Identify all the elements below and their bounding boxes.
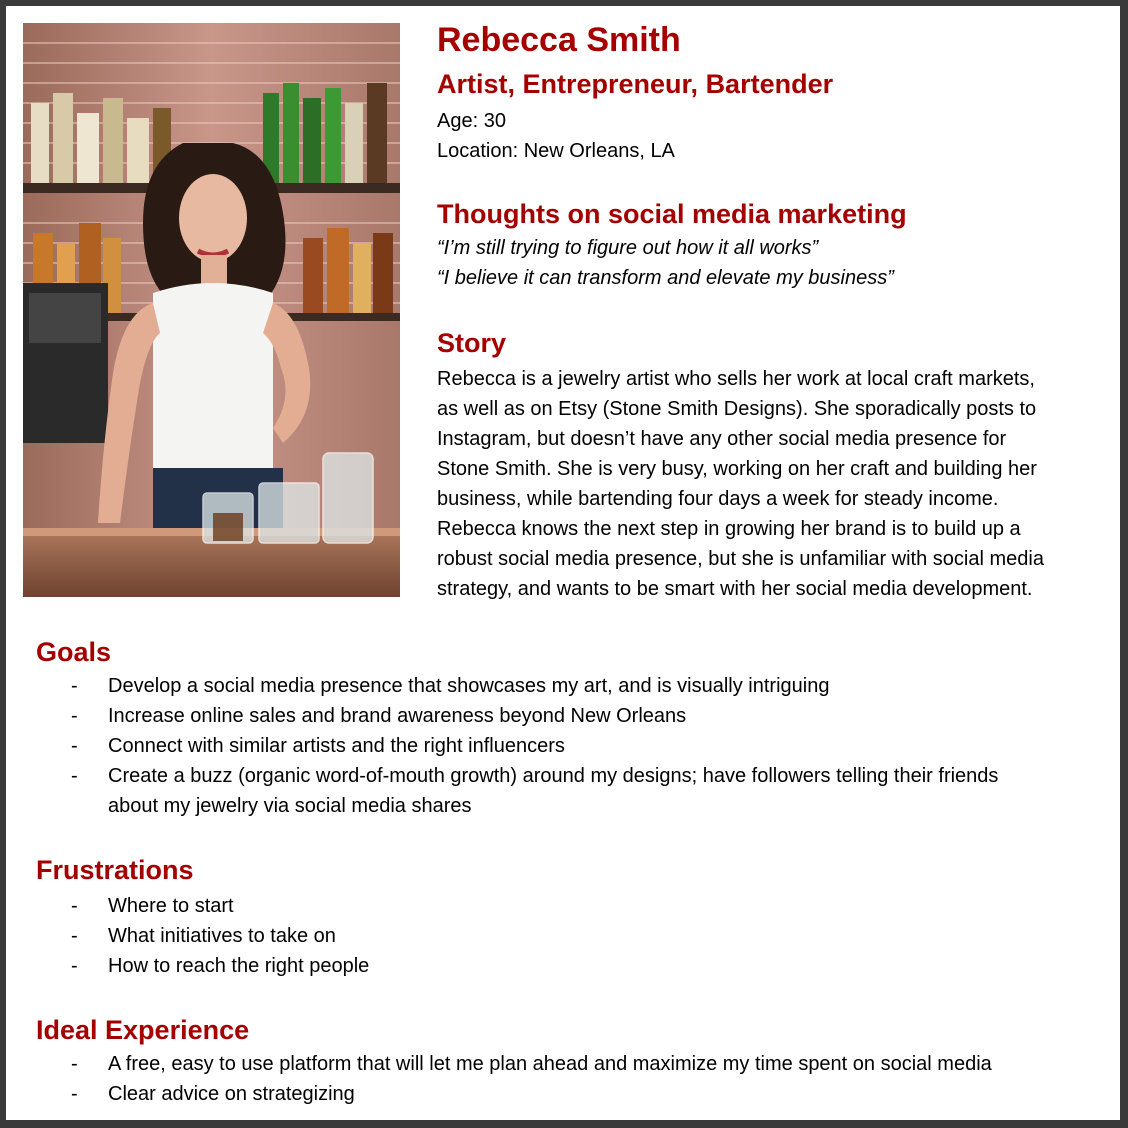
list-item-text: A free, easy to use platform that will l… bbox=[108, 1053, 992, 1075]
quote-line: “I believe it can transform and elevate … bbox=[437, 267, 894, 289]
thoughts-heading: Thoughts on social media marketing bbox=[437, 199, 907, 229]
quote-line: “I’m still trying to figure out how it a… bbox=[437, 237, 819, 259]
story-line: strategy, and wants to be smart with her… bbox=[437, 578, 1033, 600]
list-item-text: Where to start bbox=[108, 895, 234, 917]
story-line: robust social media presence, but she is… bbox=[437, 548, 1044, 570]
bullet-dash: - bbox=[71, 1083, 78, 1105]
list-item-text: Clear advice on strategizing bbox=[108, 1083, 355, 1105]
ideal-experience-heading: Ideal Experience bbox=[36, 1015, 250, 1045]
bullet-dash: - bbox=[71, 955, 78, 977]
list-item-text: Create a buzz (organic word-of-mouth gro… bbox=[108, 765, 999, 787]
story-line: Instagram, but doesn’t have any other so… bbox=[437, 428, 1007, 450]
persona-name: Rebecca Smith bbox=[437, 21, 681, 59]
list-item: - What initiatives to take on bbox=[36, 921, 1106, 951]
bullet-dash: - bbox=[71, 705, 78, 727]
ideal-experience-list: - A free, easy to use platform that will… bbox=[36, 1049, 1106, 1109]
persona-photo bbox=[23, 23, 400, 597]
persona-location: Location: New Orleans, LA bbox=[437, 140, 675, 162]
bullet-dash: - bbox=[71, 895, 78, 917]
list-item-text: How to reach the right people bbox=[108, 955, 370, 977]
list-item: - How to reach the right people bbox=[36, 951, 1106, 981]
list-item-text: Develop a social media presence that sho… bbox=[108, 675, 830, 697]
list-item-text: What initiatives to take on bbox=[108, 925, 336, 947]
list-item: - Create a buzz (organic word-of-mouth g… bbox=[36, 761, 1106, 821]
thoughts-quotes: “I’m still trying to figure out how it a… bbox=[437, 233, 894, 293]
list-item: - Increase online sales and brand awaren… bbox=[36, 701, 1106, 731]
goals-list: - Develop a social media presence that s… bbox=[36, 671, 1106, 821]
story-line: business, while bartending four days a w… bbox=[437, 488, 999, 510]
frustrations-heading: Frustrations bbox=[36, 855, 194, 885]
bullet-dash: - bbox=[71, 1053, 78, 1075]
list-item: - A free, easy to use platform that will… bbox=[36, 1049, 1106, 1079]
bullet-dash: - bbox=[71, 735, 78, 757]
list-item-text: about my jewelry via social media shares bbox=[108, 795, 472, 817]
story-line: Stone Smith. She is very busy, working o… bbox=[437, 458, 1037, 480]
list-item: - Where to start bbox=[36, 891, 1106, 921]
goals-heading: Goals bbox=[36, 637, 112, 667]
list-item: - Connect with similar artists and the r… bbox=[36, 731, 1106, 761]
story-line: as well as on Etsy (Stone Smith Designs)… bbox=[437, 398, 1037, 420]
bullet-dash: - bbox=[71, 765, 78, 787]
list-item-text: Connect with similar artists and the rig… bbox=[108, 735, 565, 757]
bullet-dash: - bbox=[71, 675, 78, 697]
list-item: - Clear advice on strategizing bbox=[36, 1079, 1106, 1109]
story-paragraph: Rebecca is a jewelry artist who sells he… bbox=[437, 364, 1107, 604]
list-item: - Develop a social media presence that s… bbox=[36, 671, 1106, 701]
persona-age: Age: 30 bbox=[437, 110, 506, 132]
story-line: Rebecca is a jewelry artist who sells he… bbox=[437, 368, 1035, 390]
bartender-photo-illustration bbox=[23, 23, 400, 597]
bullet-dash: - bbox=[71, 925, 78, 947]
story-heading: Story bbox=[437, 328, 507, 358]
list-item-text: Increase online sales and brand awarenes… bbox=[108, 705, 687, 727]
persona-roles: Artist, Entrepreneur, Bartender bbox=[437, 69, 834, 99]
story-line: Rebecca knows the next step in growing h… bbox=[437, 518, 1021, 540]
persona-sheet: Rebecca Smith Artist, Entrepreneur, Bart… bbox=[6, 6, 1120, 1120]
frustrations-list: - Where to start - What initiatives to t… bbox=[36, 891, 1106, 981]
